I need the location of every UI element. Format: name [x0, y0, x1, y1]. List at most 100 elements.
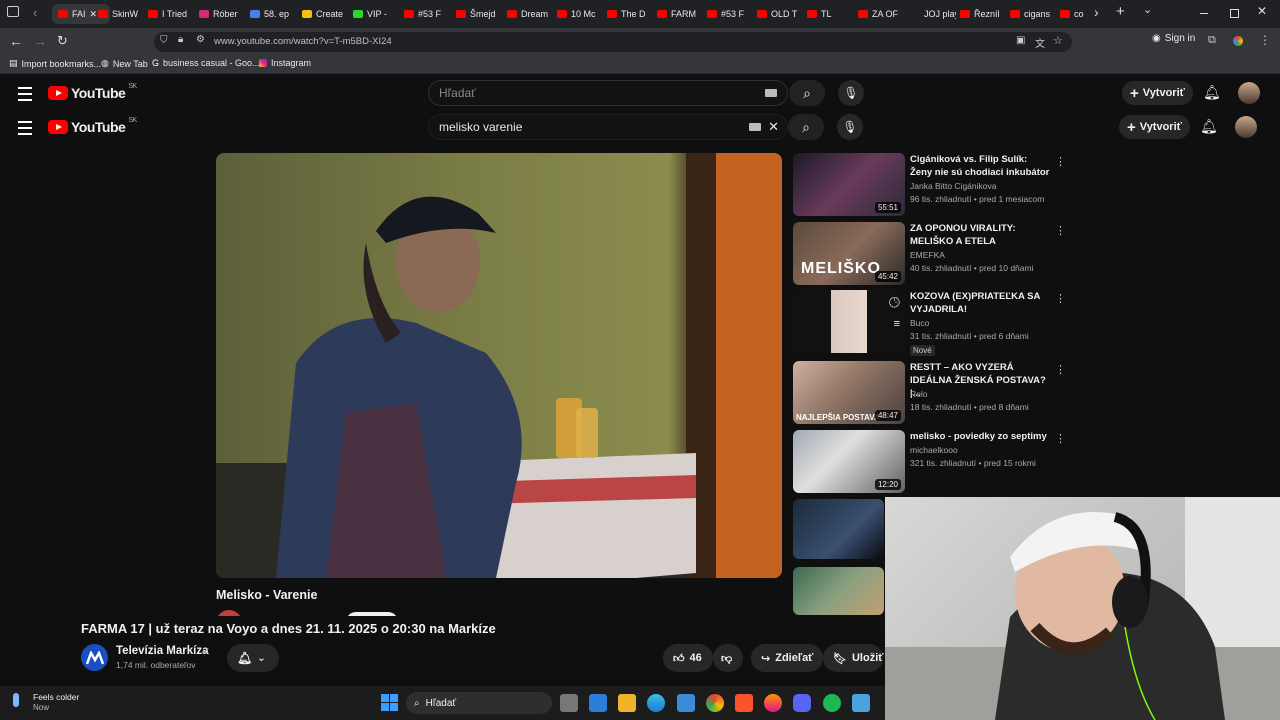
related-video-item[interactable]: 🕒︎ ≡ KOZOVA (EX)PRIATEĽKA SA VYJADRILA! Buc… — [793, 290, 1066, 356]
related-thumb-extra-1[interactable] — [793, 499, 884, 559]
file-explorer-icon[interactable] — [618, 694, 636, 712]
discord-icon[interactable] — [793, 694, 811, 712]
inner-avatar[interactable] — [1235, 116, 1257, 138]
browser-tab[interactable]: Řezníl — [960, 4, 1006, 24]
notifications-bell-icon[interactable]: 🔔︎ — [1203, 84, 1221, 101]
browser-tab[interactable]: VIP - — [353, 4, 399, 24]
keyboard-icon[interactable] — [749, 123, 761, 131]
bookmark-star-icon[interactable]: ☆ — [1053, 34, 1063, 47]
taskbar-search[interactable]: ⌕ Hľadať — [406, 692, 552, 714]
avatar[interactable] — [1238, 82, 1260, 104]
more-options-icon[interactable]: ⋮ — [1055, 155, 1066, 168]
related-video-item[interactable]: 12:20 melisko - poviedky zo septimy michae… — [793, 430, 1066, 494]
browser-tab[interactable]: JOJ play — [910, 4, 956, 24]
browser-tab[interactable]: Róber — [199, 4, 245, 24]
weather-line1[interactable]: Feels colder — [33, 692, 79, 702]
inner-voice-search-button[interactable]: 🎙︎ — [837, 114, 863, 140]
inner-menu-hamburger-icon[interactable] — [18, 121, 32, 135]
browser-tab[interactable]: 58. ep — [250, 4, 296, 24]
bookmark-business-casual[interactable]: Gbusiness casual - Goo... — [152, 58, 260, 68]
browser-tab[interactable]: ZA OF — [858, 4, 904, 24]
browser-tab[interactable]: #53 F — [404, 4, 450, 24]
notepad-icon[interactable] — [852, 694, 870, 712]
related-video-title[interactable]: melisko - poviedky zo septimy — [910, 430, 1050, 443]
url-text[interactable]: www.youtube.com/watch?v=T-m5BD-XI24 — [214, 36, 392, 47]
photos-icon[interactable] — [677, 694, 695, 712]
minimize-icon[interactable] — [1200, 13, 1208, 14]
more-options-icon[interactable]: ⋮ — [1055, 224, 1066, 237]
related-channel-name[interactable]: Janka Bitto Cigánikova — [910, 181, 996, 191]
browser-tab[interactable]: #53 F — [707, 4, 753, 24]
firefox-icon[interactable] — [764, 694, 782, 712]
related-video-title[interactable]: KOZOVA (EX)PRIATEĽKA SA VYJADRILA! — [910, 290, 1050, 316]
inner-youtube-logo[interactable]: YouTube SK — [48, 117, 137, 135]
extensions-icon[interactable]: ⧉ — [1208, 34, 1216, 47]
related-channel-name[interactable]: Relo — [910, 389, 927, 399]
shield-icon[interactable]: ⛉ — [160, 35, 168, 46]
related-thumb-extra-2[interactable] — [793, 567, 884, 615]
tab-list-icon[interactable] — [7, 6, 19, 17]
video-thumbnail[interactable]: NAJLEPŠIA POSTAVA 48:47 — [793, 361, 905, 424]
browser-tab[interactable]: FARM — [657, 4, 703, 24]
youtube-logo[interactable]: YouTube SK — [48, 83, 137, 101]
menu-hamburger-icon[interactable] — [18, 87, 32, 101]
spotify-icon[interactable] — [823, 694, 841, 712]
like-button[interactable]: 👍︎ 46 — [663, 644, 713, 672]
watch-later-icon[interactable]: 🕒︎ — [889, 294, 900, 311]
related-video-item[interactable]: MELIŠKO 45:42 ZA OPONOU VIRALITY: MELIŠKO … — [793, 222, 1066, 286]
browser-tab[interactable]: I Tried — [148, 4, 194, 24]
related-video-title[interactable]: RESTT – AKO VYZERÁ IDEÁLNA ŽENSKÁ POSTAV… — [910, 361, 1050, 400]
forward-icon[interactable]: → — [33, 33, 47, 49]
subscribed-bell-button[interactable]: 🔔︎ ⌄ — [227, 644, 279, 672]
create-button[interactable]: + Vytvoriť — [1122, 81, 1193, 105]
related-channel-name[interactable]: michaelkooo — [910, 445, 958, 455]
video-thumbnail[interactable]: 🕒︎ ≡ — [793, 290, 905, 353]
browser-tab[interactable]: Dream — [507, 4, 553, 24]
browser-tab[interactable]: co — [1060, 4, 1106, 24]
bookmark-import[interactable]: ▤ Import bookmarks... — [9, 58, 101, 69]
related-video-title[interactable]: ZA OPONOU VIRALITY: MELIŠKO A ETELA — [910, 222, 1050, 248]
channel-name[interactable]: Televízia Markíza — [116, 645, 208, 657]
profile-color-icon[interactable] — [1233, 36, 1243, 46]
bookmark-new-tab[interactable]: ◍ New Tab — [101, 58, 148, 69]
inner-create-button[interactable]: + Vytvoriť — [1119, 115, 1190, 139]
channel-logo[interactable] — [81, 644, 108, 671]
more-options-icon[interactable]: ⋮ — [1055, 292, 1066, 305]
video-thumbnail[interactable]: MELIŠKO 45:42 — [793, 222, 905, 285]
share-button[interactable]: ↪ Zdieľať — [751, 644, 824, 672]
edge-icon[interactable] — [647, 694, 665, 712]
back-icon[interactable]: ← — [9, 33, 23, 49]
related-video-title[interactable]: Cigániková vs. Filip Sulík: Ženy nie sú … — [910, 153, 1050, 179]
menu-icon[interactable]: ⋮ — [1259, 33, 1271, 47]
close-window-icon[interactable]: ✕ — [1257, 4, 1267, 18]
related-channel-name[interactable]: Buco — [910, 318, 929, 328]
keyboard-icon[interactable] — [765, 89, 777, 97]
start-button[interactable] — [381, 694, 398, 711]
weather-icon[interactable] — [13, 693, 19, 707]
browser-tab[interactable]: OLD T — [757, 4, 803, 24]
browser-tab[interactable]: SkinW — [98, 4, 144, 24]
browser-tab[interactable]: Šmejd — [456, 4, 502, 24]
more-options-icon[interactable]: ⋮ — [1055, 432, 1066, 445]
tab-scroll-left-icon[interactable]: ‹ — [33, 5, 37, 20]
add-to-queue-icon[interactable]: ≡ — [894, 318, 900, 330]
voice-search-button[interactable]: 🎙︎ — [838, 80, 864, 106]
sign-in-button[interactable]: ◉ Sign in — [1152, 33, 1195, 44]
video-thumbnail[interactable]: 55:51 — [793, 153, 905, 216]
save-button[interactable]: 🔖︎ Uložiť — [823, 644, 884, 672]
bookmark-instagram[interactable]: Instagram — [259, 58, 311, 68]
browser-tab[interactable]: TL — [807, 4, 853, 24]
related-channel-name[interactable]: EMEFKA — [910, 250, 945, 260]
inner-search-button[interactable]: ⌕ — [788, 114, 824, 140]
task-view-icon[interactable] — [560, 694, 578, 712]
screenshot-icon[interactable]: ▣ — [1016, 35, 1025, 46]
site-settings-icon[interactable]: ⚙ — [196, 34, 205, 45]
address-bar[interactable]: ⛉ 🔒︎ ⚙ www.youtube.com/watch?v=T-m5BD-XI… — [154, 32, 1072, 52]
inner-search-input[interactable]: melisko varenie ✕ — [428, 114, 788, 140]
search-button[interactable]: ⌕ — [789, 80, 825, 106]
tab-scroll-right-icon[interactable]: › — [1094, 4, 1099, 20]
chrome-icon[interactable] — [706, 694, 724, 712]
video-thumbnail[interactable]: 12:20 — [793, 430, 905, 493]
store-icon[interactable] — [589, 694, 607, 712]
related-video-item[interactable]: NAJLEPŠIA POSTAVA 48:47 RESTT – AKO VYZERÁ… — [793, 361, 1066, 425]
